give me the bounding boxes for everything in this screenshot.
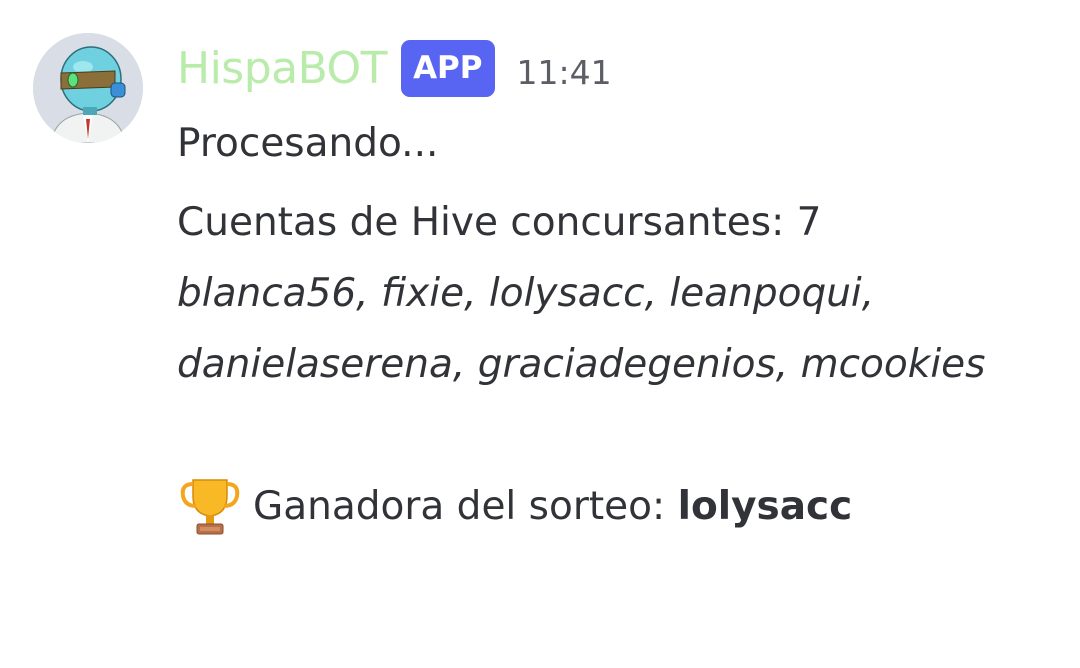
status-line: Procesando... (177, 121, 439, 166)
message-header: HispaBOT APP 11:41 (177, 36, 612, 100)
winner-name: lolysacc (677, 484, 853, 529)
chat-message: HispaBOT APP 11:41 Procesando... Cuentas… (0, 0, 1080, 668)
winner-line: Ganadora del sorteo: lolysacc (177, 471, 1057, 542)
winner-label: Ganadora del sorteo: (253, 484, 678, 529)
trophy-icon (180, 478, 240, 534)
bot-avatar[interactable] (33, 33, 143, 143)
message-content: Procesando... Cuentas de Hive concursant… (177, 108, 1057, 542)
app-badge: APP (401, 39, 495, 97)
contestant-list: blanca56, fixie, lolysacc, leanpoqui, da… (177, 271, 986, 387)
author-name[interactable]: HispaBOT (177, 43, 388, 94)
contestants-label: Cuentas de Hive concursantes: 7 (177, 200, 822, 245)
message-timestamp[interactable]: 11:41 (517, 53, 612, 92)
robot-avatar-icon (33, 33, 143, 143)
